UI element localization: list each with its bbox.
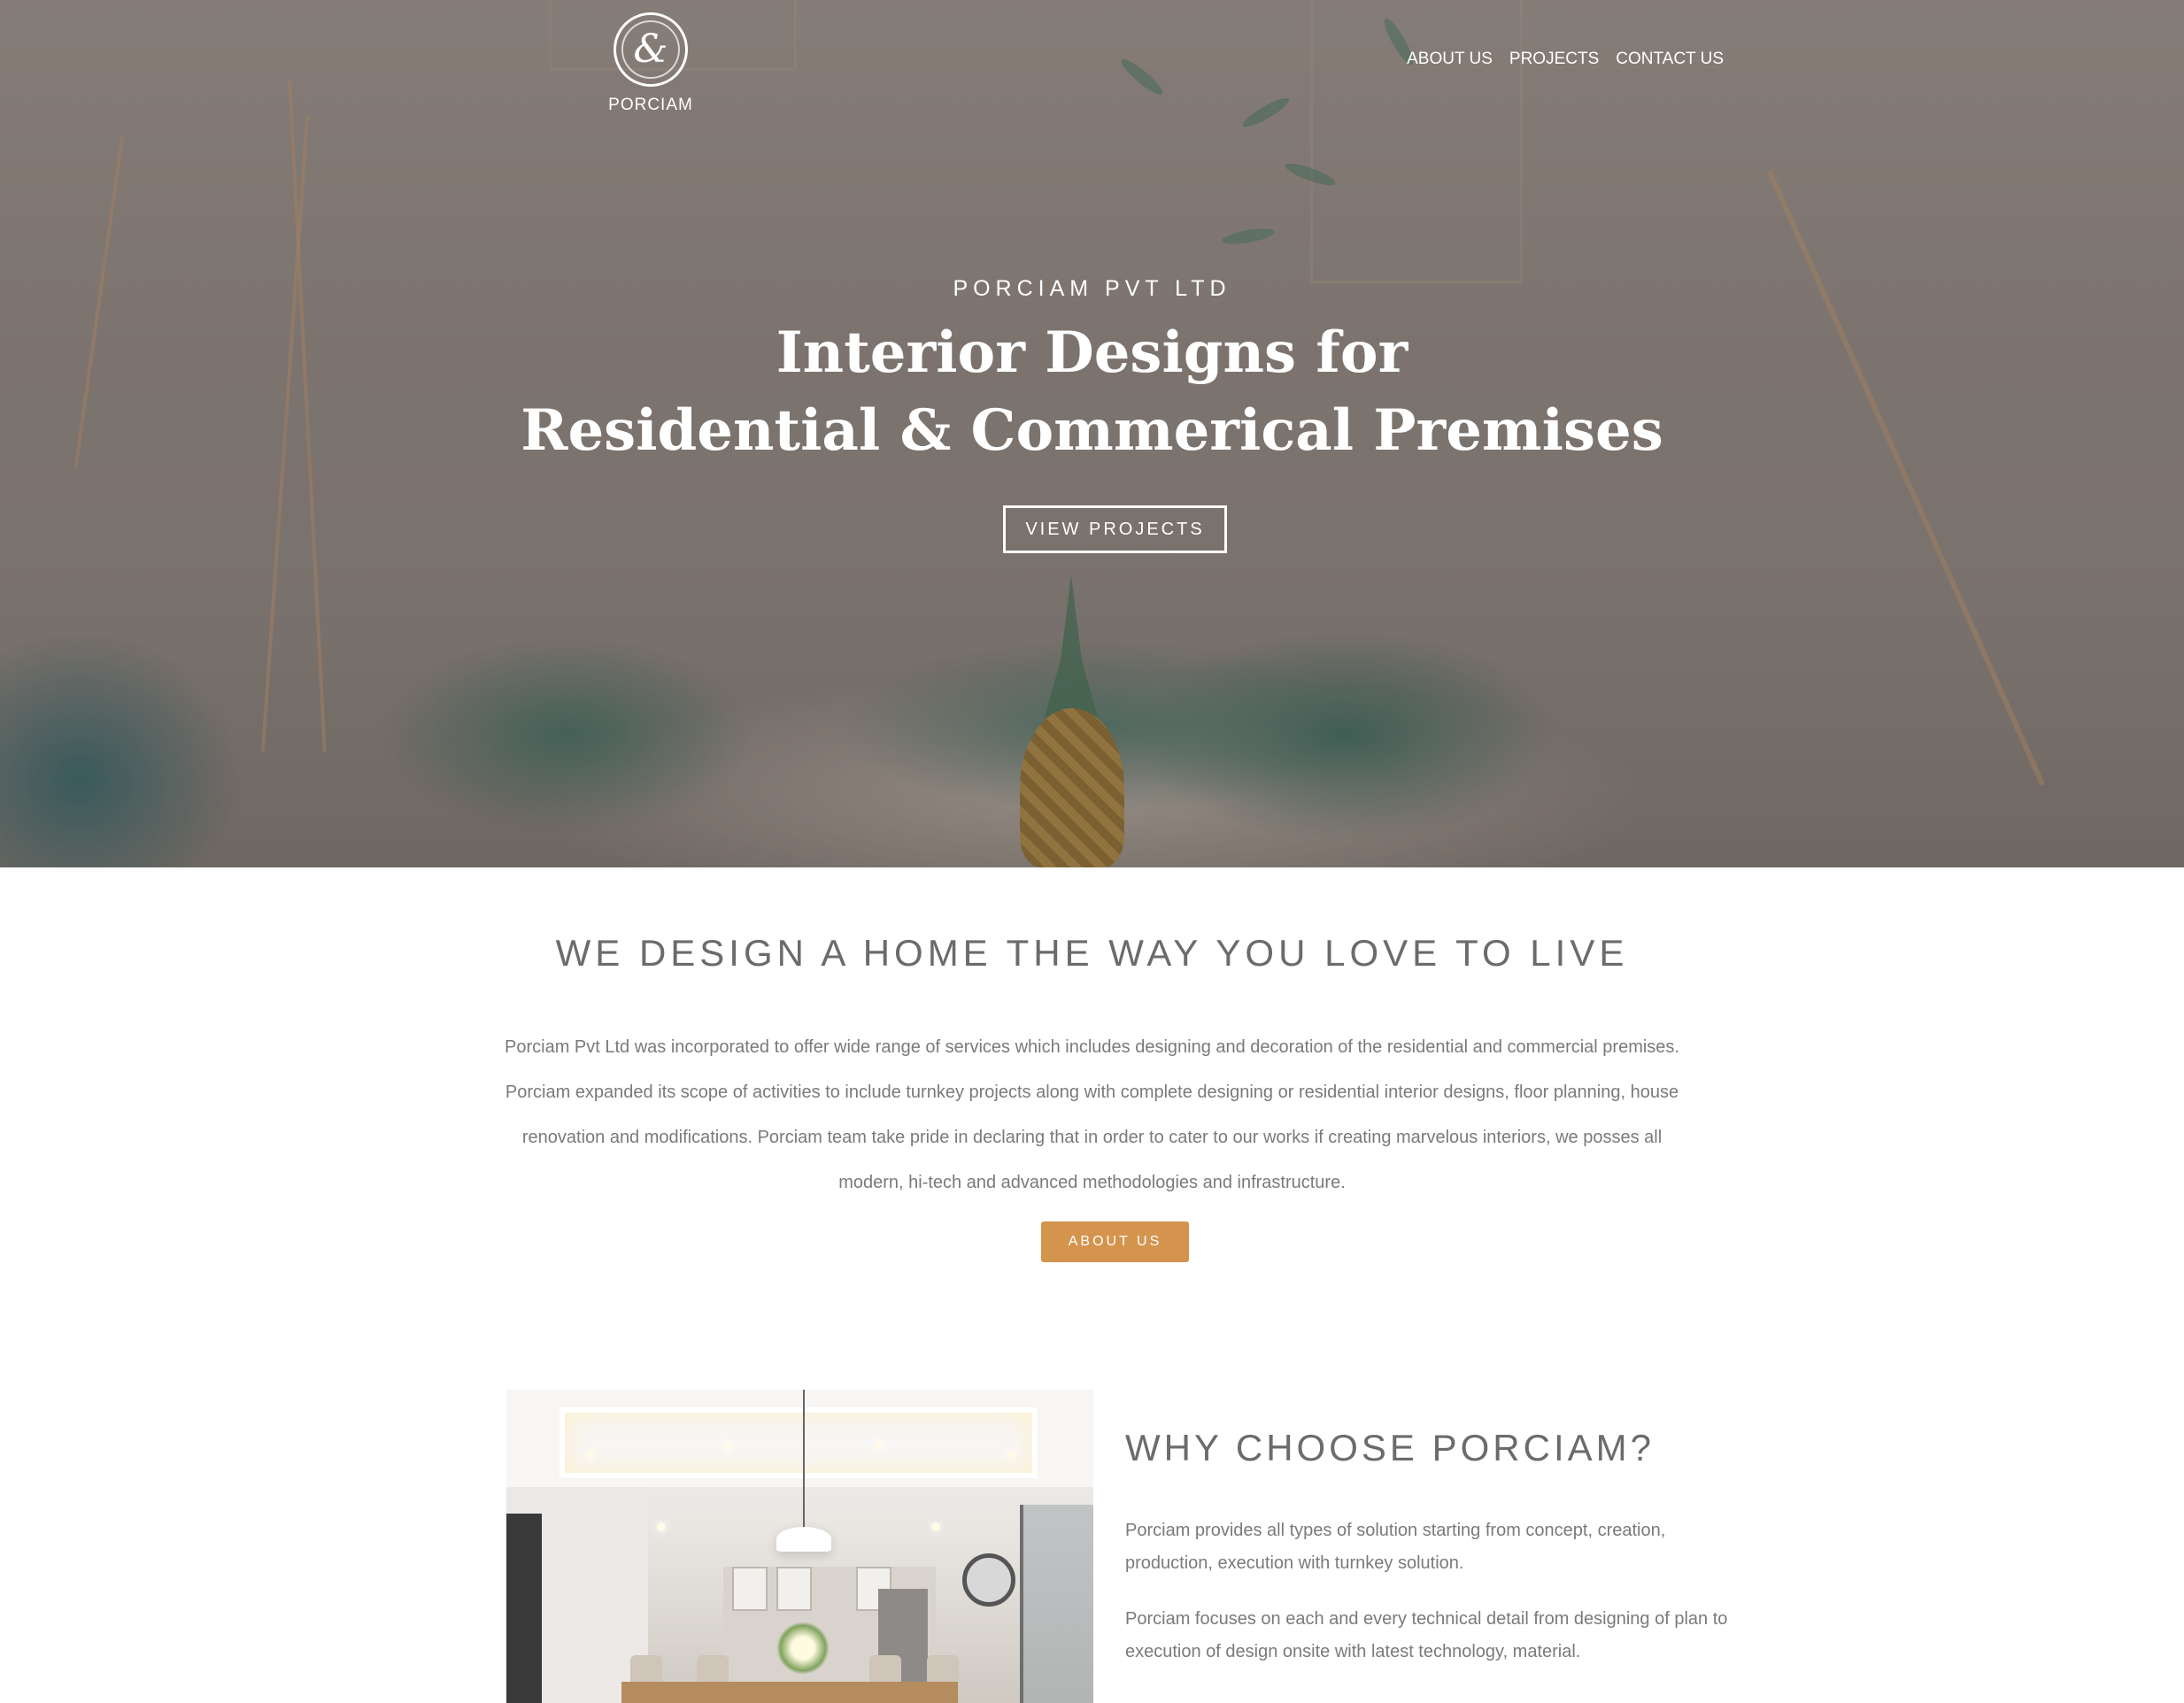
cabinet	[776, 1567, 812, 1611]
downlight	[723, 1441, 732, 1450]
hero-title-line-1: Interior Designs for	[776, 320, 1408, 386]
glass-door	[1020, 1505, 1093, 1703]
nav-contact-us[interactable]: CONTACT US	[1616, 50, 1724, 69]
why-paragraph-2: Porciam focuses on each and every techni…	[1125, 1609, 1728, 1661]
hero-eyebrow: PORCIAM PVT LTD	[953, 276, 1231, 301]
why-paragraph-1: Porciam provides all types of solution s…	[1125, 1521, 1666, 1573]
downlight	[1007, 1450, 1015, 1459]
main-nav: ABOUT US PROJECTS CONTACT US	[1407, 50, 1724, 69]
dining-table	[621, 1682, 958, 1703]
downlight	[586, 1450, 595, 1459]
hero-section: & PORCIAM ABOUT US PROJECTS CONTACT US P…	[0, 0, 2184, 867]
wall-clock	[962, 1553, 1015, 1607]
flower-centerpiece	[776, 1622, 830, 1675]
view-projects-button[interactable]: VIEW PROJECTS	[1003, 505, 1227, 553]
hero-title-line-2: Residential & Commerical Premises	[521, 397, 1663, 464]
downlight	[874, 1441, 883, 1450]
cabinet	[732, 1567, 768, 1611]
nav-about-us[interactable]: ABOUT US	[1407, 50, 1493, 69]
downlight	[931, 1522, 940, 1531]
downlight	[657, 1522, 666, 1531]
nav-projects[interactable]: PROJECTS	[1509, 50, 1599, 69]
pendant-wire	[803, 1390, 805, 1531]
logo[interactable]: & PORCIAM	[602, 12, 699, 115]
pendant-lamp	[776, 1527, 831, 1552]
about-us-button[interactable]: ABOUT US	[1041, 1221, 1189, 1262]
why-title: WHY CHOOSE PORCIAM?	[1125, 1427, 1655, 1468]
ceiling-tray	[560, 1407, 1038, 1478]
intro-text: Porciam Pvt Ltd was incorporated to offe…	[505, 1037, 1679, 1192]
hero-title: Interior Designs for Residential & Comme…	[0, 314, 2184, 470]
logo-text: PORCIAM	[608, 96, 693, 114]
porciam-logo-icon: &	[614, 12, 688, 87]
dining-room-image	[506, 1390, 1093, 1703]
logo-glyph: &	[633, 27, 668, 72]
intro-title: WE DESIGN A HOME THE WAY YOU LOVE TO LIV…	[555, 932, 1629, 974]
left-doorway	[506, 1514, 542, 1703]
